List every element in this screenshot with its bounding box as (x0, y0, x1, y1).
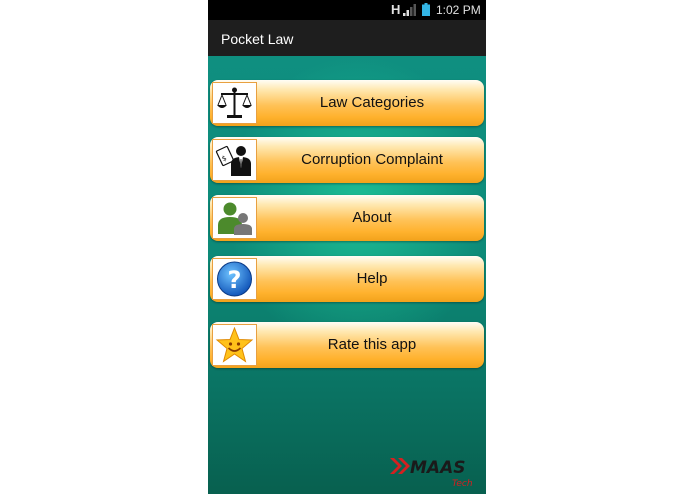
corruption-complaint-button[interactable]: $ Corruption Complaint (210, 137, 484, 183)
button-label: Law Categories (319, 94, 425, 111)
battery-icon (422, 3, 430, 16)
logo-brand: MAAS (410, 458, 465, 478)
bribe-icon: $ (215, 145, 251, 176)
clock: 1:02 PM (436, 3, 481, 17)
star-smiley-icon (215, 327, 254, 363)
logo-sub: Tech (452, 479, 473, 489)
icon-frame (212, 82, 257, 124)
icon-frame (212, 197, 257, 239)
phone-screen: H 1:02 PM Pocket Law Law Categories $ Co… (208, 0, 486, 494)
button-label: Help (356, 270, 388, 287)
app-title: Pocket Law (221, 31, 294, 47)
status-bar: H 1:02 PM (208, 0, 486, 20)
about-button[interactable]: About (210, 195, 484, 241)
maas-tech-logo: MAAS Tech (390, 458, 473, 489)
law-categories-button[interactable]: Law Categories (210, 80, 484, 126)
scales-icon (217, 87, 252, 118)
help-button[interactable]: ? Help (210, 256, 484, 302)
action-bar: Pocket Law (208, 20, 486, 56)
button-label: Rate this app (327, 336, 417, 353)
question-icon: ? (217, 261, 252, 297)
main-content: Law Categories $ Corruption Complaint Ab… (208, 56, 486, 494)
icon-frame (212, 324, 257, 366)
button-label: About (352, 209, 392, 226)
users-icon (218, 202, 252, 235)
icon-frame: ? (212, 258, 257, 300)
network-type: H (391, 2, 401, 17)
button-label: Corruption Complaint (301, 151, 443, 168)
icon-frame: $ (212, 139, 257, 181)
rate-app-button[interactable]: Rate this app (210, 322, 484, 368)
svg-text:?: ? (228, 266, 242, 294)
signal-icon (403, 4, 416, 16)
